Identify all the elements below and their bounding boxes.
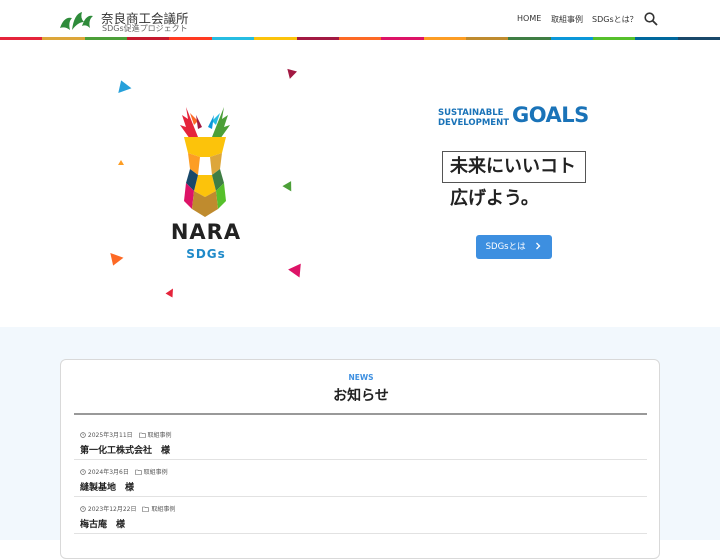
news-item-title[interactable]: 梅古庵 様 xyxy=(80,517,125,530)
site-subtitle: SDGs促進プロジェクト xyxy=(102,24,188,33)
tagline-line1: 未来にいいコト xyxy=(442,151,586,183)
folder-icon xyxy=(134,469,142,475)
news-date: 2023年12月22日 xyxy=(87,506,137,513)
deer-logo-icon xyxy=(180,107,230,217)
hero-section xyxy=(0,40,720,327)
confetti-icon xyxy=(118,160,124,165)
search-icon[interactable] xyxy=(644,12,658,26)
logo-nara-text: NARA xyxy=(170,220,242,244)
news-category[interactable]: 取組事例 xyxy=(148,432,172,439)
clock-icon xyxy=(80,432,86,438)
news-item[interactable]: 2023年12月22日 取組事例 梅古庵 様 xyxy=(74,497,647,534)
news-category[interactable]: 取組事例 xyxy=(144,469,168,476)
clock-icon xyxy=(80,469,86,475)
site-header: 奈良商工会議所 SDGs促進プロジェクト HOME 取組事例 SDGsとは？ xyxy=(0,0,720,40)
nav-case-studies[interactable]: 取組事例 xyxy=(551,14,583,25)
about-sdgs-button[interactable]: SDGsとは xyxy=(476,235,552,259)
sdgs-wordmark-left: SUSTAINABLE DEVELOPMENT xyxy=(438,108,509,128)
clock-icon xyxy=(80,506,86,512)
news-meta: 2025年3月11日 取組事例 xyxy=(80,430,172,439)
news-meta: 2024年3月6日 取組事例 xyxy=(80,467,168,476)
logo-sdgs-text: SDGs xyxy=(186,247,226,261)
nav-home[interactable]: HOME xyxy=(517,14,541,23)
news-date: 2025年3月11日 xyxy=(87,432,133,439)
chevron-right-icon xyxy=(536,242,541,250)
tagline-line2: 広げよう。 xyxy=(450,188,539,209)
news-divider xyxy=(74,413,647,415)
nav-about-sdgs[interactable]: SDGsとは？ xyxy=(592,14,638,25)
news-item-title[interactable]: 第一化工株式会社 様 xyxy=(80,443,170,456)
news-item[interactable]: 2024年3月6日 取組事例 縫製基地 様 xyxy=(74,460,647,497)
folder-icon xyxy=(138,432,146,438)
news-item[interactable]: 2025年3月11日 取組事例 第一化工株式会社 様 xyxy=(74,423,647,460)
news-item-title[interactable]: 縫製基地 様 xyxy=(80,480,134,493)
chamber-logo-icon[interactable] xyxy=(58,8,94,32)
news-meta: 2023年12月22日 取組事例 xyxy=(80,504,175,513)
news-title: お知らせ xyxy=(333,388,389,404)
news-card: NEWS お知らせ 2025年3月11日 取組事例 第一化工株式会社 様 202… xyxy=(60,359,660,559)
news-date: 2024年3月6日 xyxy=(87,469,129,476)
sdgs-wordmark-goals: GOALS xyxy=(512,103,589,127)
news-label: NEWS xyxy=(348,373,374,382)
folder-icon xyxy=(142,506,150,512)
news-category[interactable]: 取組事例 xyxy=(151,506,175,513)
